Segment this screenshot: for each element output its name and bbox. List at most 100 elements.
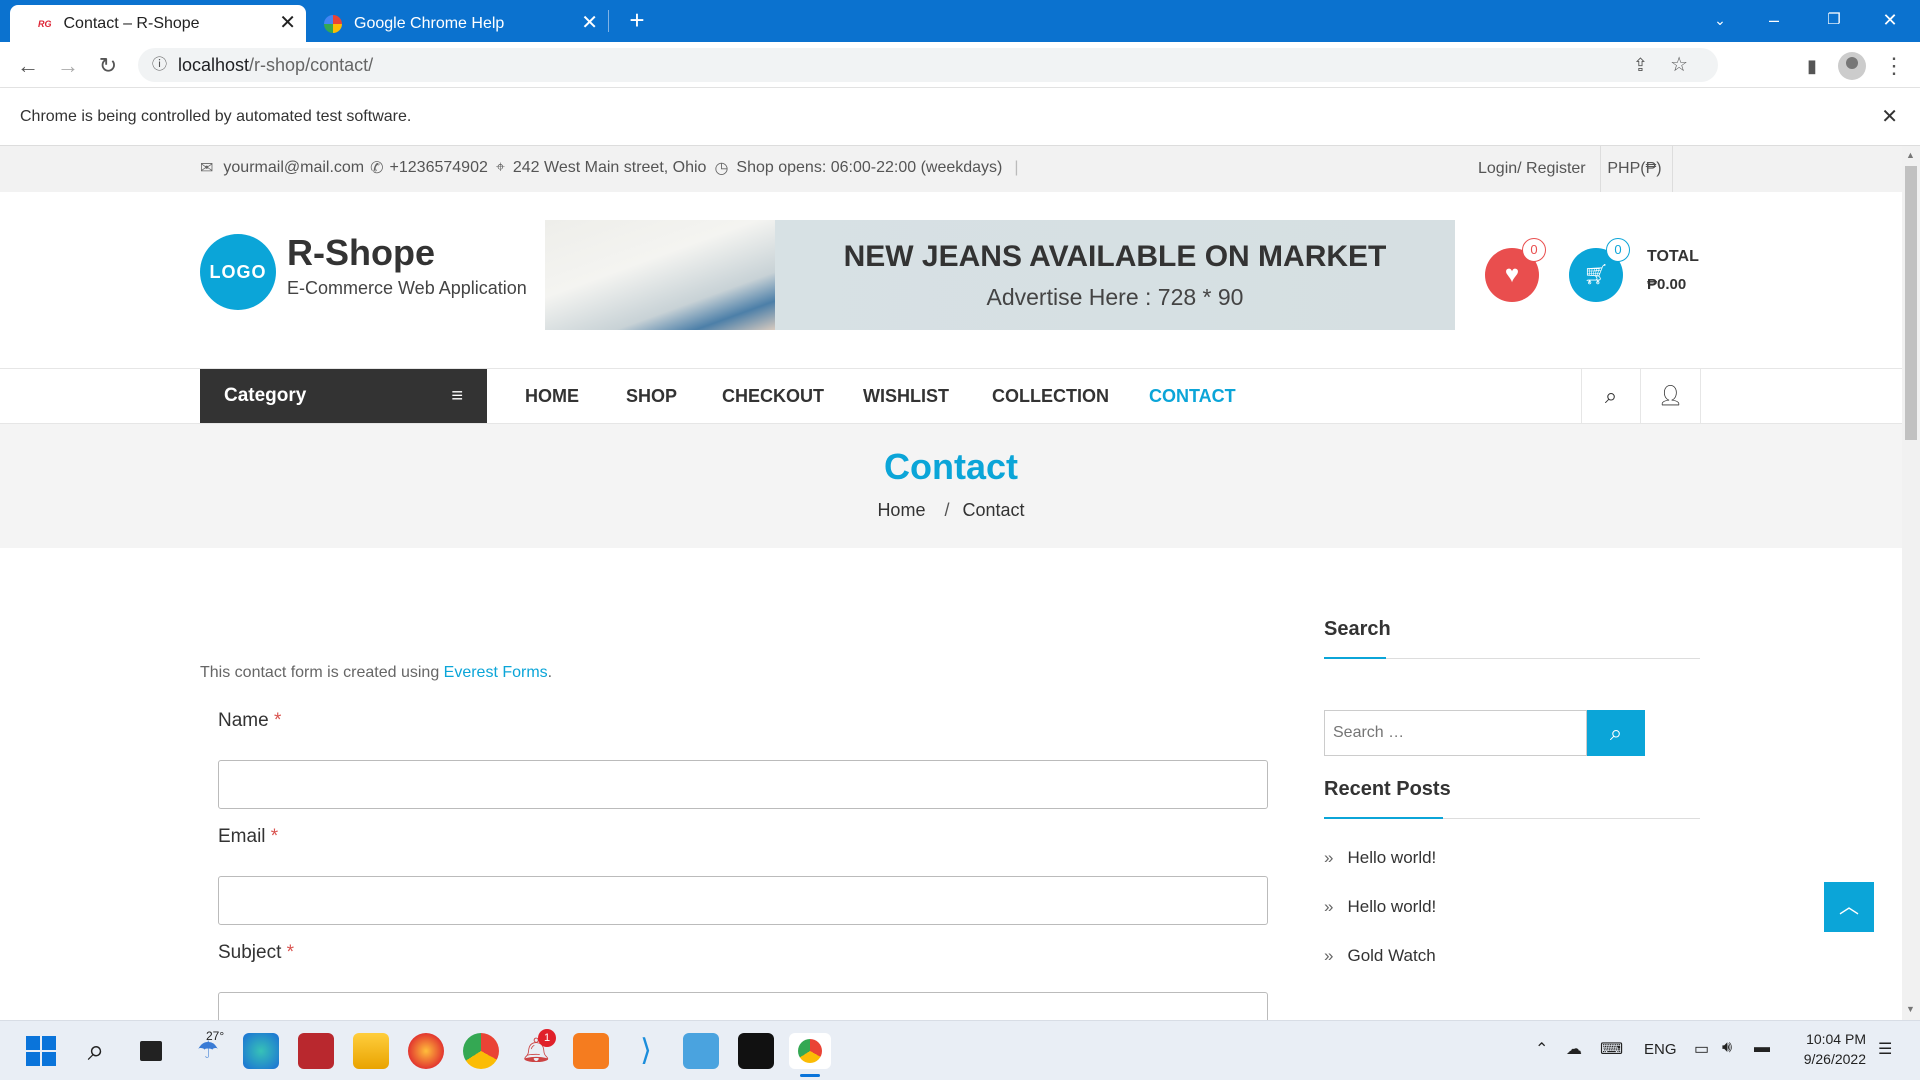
recent-post-item[interactable]: » Hello world! xyxy=(1324,897,1436,917)
recent-post-link[interactable]: Hello world! xyxy=(1347,848,1436,867)
infobar-text: Chrome is being controlled by automated … xyxy=(20,108,412,125)
tab-title: Contact – R-Shope xyxy=(63,14,200,32)
currency-switcher[interactable]: PHP(₱) xyxy=(1597,146,1673,192)
tab-chrome-help[interactable]: Google Chrome Help ✕ xyxy=(310,5,608,42)
site-title[interactable]: R-Shope xyxy=(287,232,435,274)
chrome-active-icon[interactable] xyxy=(789,1033,831,1069)
notification-center-icon[interactable]: ☰ xyxy=(1878,1039,1892,1059)
edge-icon[interactable] xyxy=(243,1033,279,1069)
tab-contact[interactable]: RG Contact – R-Shope ✕ xyxy=(10,5,306,42)
share-icon[interactable]: ⇪ xyxy=(1633,48,1648,82)
nav-collection[interactable]: COLLECTION xyxy=(992,369,1109,423)
task-view-icon[interactable] xyxy=(132,1033,168,1069)
banner-photo xyxy=(545,220,775,330)
widget-accent xyxy=(1324,817,1443,819)
battery-icon[interactable]: ▬ xyxy=(1754,1039,1770,1057)
menu-icon[interactable]: ⋮ xyxy=(1880,52,1908,80)
notification-badge: 1 xyxy=(538,1029,556,1047)
web-page: ✉ yourmail@mail.com ✆ +1236574902 ⌖ 242 … xyxy=(0,146,1902,1020)
forward-icon[interactable]: → xyxy=(54,52,82,80)
sidebar-search-input[interactable] xyxy=(1324,710,1587,756)
firefox-icon[interactable] xyxy=(408,1033,444,1069)
recent-post-item[interactable]: » Hello world! xyxy=(1324,848,1436,868)
nav-wishlist[interactable]: WISHLIST xyxy=(863,369,949,423)
nav-contact[interactable]: CONTACT xyxy=(1149,369,1236,423)
contact-phone: +1236574902 xyxy=(389,159,488,176)
recent-post-link[interactable]: Gold Watch xyxy=(1347,946,1435,965)
restore-icon[interactable]: ❐ xyxy=(1814,6,1854,34)
breadcrumb-home[interactable]: Home xyxy=(877,500,925,520)
reload-icon[interactable]: ↻ xyxy=(94,52,122,80)
category-menu-button[interactable]: Category ≡ xyxy=(200,369,487,423)
address-bar[interactable]: ⓘ localhost/r-shop/contact/ ⇪ ☆ xyxy=(138,48,1718,82)
weather-temp: 27° xyxy=(206,1029,225,1043)
recent-post-item[interactable]: » Gold Watch xyxy=(1324,946,1436,966)
scroll-up-arrow-icon[interactable]: ▲ xyxy=(1906,150,1915,160)
nav-home[interactable]: HOME xyxy=(525,369,579,423)
recent-post-link[interactable]: Hello world! xyxy=(1347,897,1436,916)
heart-icon: ♥ xyxy=(1504,261,1520,288)
windows-start-icon[interactable] xyxy=(23,1033,59,1069)
keyboard-icon[interactable]: ⌨ xyxy=(1600,1039,1623,1059)
breadcrumb: Home / Contact xyxy=(0,500,1902,521)
close-tab-icon[interactable]: ✕ xyxy=(581,13,598,33)
scrollbar-thumb[interactable] xyxy=(1905,166,1917,440)
active-app-indicator xyxy=(800,1074,820,1077)
profile-icon[interactable] xyxy=(1838,52,1866,80)
vscode-icon[interactable]: ⟩ xyxy=(628,1033,664,1069)
scroll-to-top-button[interactable]: ︿ xyxy=(1824,882,1874,932)
close-window-icon[interactable]: ✕ xyxy=(1870,6,1910,34)
chevron-up-icon: ︿ xyxy=(1839,896,1859,918)
double-chevron-icon: » xyxy=(1324,897,1334,916)
url-path: /r-shop/contact/ xyxy=(249,55,374,75)
show-hidden-icons-icon[interactable]: ⌃ xyxy=(1535,1039,1548,1059)
side-panel-icon[interactable]: ▮ xyxy=(1798,52,1826,80)
search-icon[interactable]: ⌕ xyxy=(1581,369,1641,423)
app-icon[interactable] xyxy=(298,1033,334,1069)
email-input[interactable] xyxy=(218,876,1268,925)
cloud-icon[interactable]: ☁ xyxy=(1566,1039,1582,1059)
wishlist-count-badge: 0 xyxy=(1522,238,1546,262)
browser-titlebar: RG Contact – R-Shope ✕ Google Chrome Hel… xyxy=(0,0,1920,42)
notepad-icon[interactable] xyxy=(683,1033,719,1069)
site-logo[interactable]: LOGO xyxy=(200,234,276,310)
language-indicator[interactable]: ENG xyxy=(1644,1041,1677,1058)
nav-shop[interactable]: SHOP xyxy=(626,369,677,423)
form-intro-suffix: . xyxy=(547,664,553,681)
email-label-text: Email xyxy=(218,826,266,847)
user-times-icon[interactable]: 👤︎ xyxy=(1641,369,1701,423)
clock-date[interactable]: 9/26/2022 xyxy=(1794,1051,1866,1067)
search-icon[interactable]: ⌕ xyxy=(78,1033,114,1069)
page-scrollbar[interactable]: ▲ ▼ xyxy=(1902,146,1920,1020)
back-icon[interactable]: ← xyxy=(14,52,42,80)
scroll-down-arrow-icon[interactable]: ▼ xyxy=(1906,1004,1915,1014)
tab-divider xyxy=(608,10,609,32)
minimize-icon[interactable]: – xyxy=(1754,6,1794,34)
terminal-icon[interactable] xyxy=(738,1033,774,1069)
nav-checkout[interactable]: CHECKOUT xyxy=(722,369,824,423)
advert-banner[interactable]: NEW JEANS AVAILABLE ON MARKET Advertise … xyxy=(545,220,1455,330)
name-label: Name * xyxy=(218,710,281,732)
file-explorer-icon[interactable] xyxy=(353,1033,389,1069)
shop-hours: Shop opens: 06:00-22:00 (weekdays) xyxy=(736,159,1003,176)
double-chevron-icon: » xyxy=(1324,848,1334,867)
close-infobar-icon[interactable]: ✕ xyxy=(1881,88,1898,146)
subject-input[interactable] xyxy=(218,992,1268,1020)
login-register-link[interactable]: Login/ Register xyxy=(1464,146,1601,192)
contact-address: 242 West Main street, Ohio xyxy=(512,159,707,176)
chrome-icon[interactable] xyxy=(463,1033,499,1069)
ad-headline: NEW JEANS AVAILABLE ON MARKET xyxy=(843,240,1387,273)
page-title: Contact xyxy=(884,446,1018,487)
bookmark-star-icon[interactable]: ☆ xyxy=(1670,48,1688,82)
volume-icon[interactable]: 🔊︎ xyxy=(1722,1039,1732,1057)
clock-time[interactable]: 10:04 PM xyxy=(1794,1031,1866,1047)
close-tab-icon[interactable]: ✕ xyxy=(279,13,296,33)
required-marker: * xyxy=(270,826,279,847)
tab-search-icon[interactable]: ⌄ xyxy=(1700,6,1740,34)
network-icon[interactable]: ▭ xyxy=(1694,1039,1709,1059)
sidebar-search-button[interactable]: ⌕ xyxy=(1587,710,1645,756)
new-tab-icon[interactable]: + xyxy=(624,6,650,34)
everest-forms-link[interactable]: Everest Forms xyxy=(444,664,548,681)
name-input[interactable] xyxy=(218,760,1268,809)
xampp-icon[interactable] xyxy=(573,1033,609,1069)
